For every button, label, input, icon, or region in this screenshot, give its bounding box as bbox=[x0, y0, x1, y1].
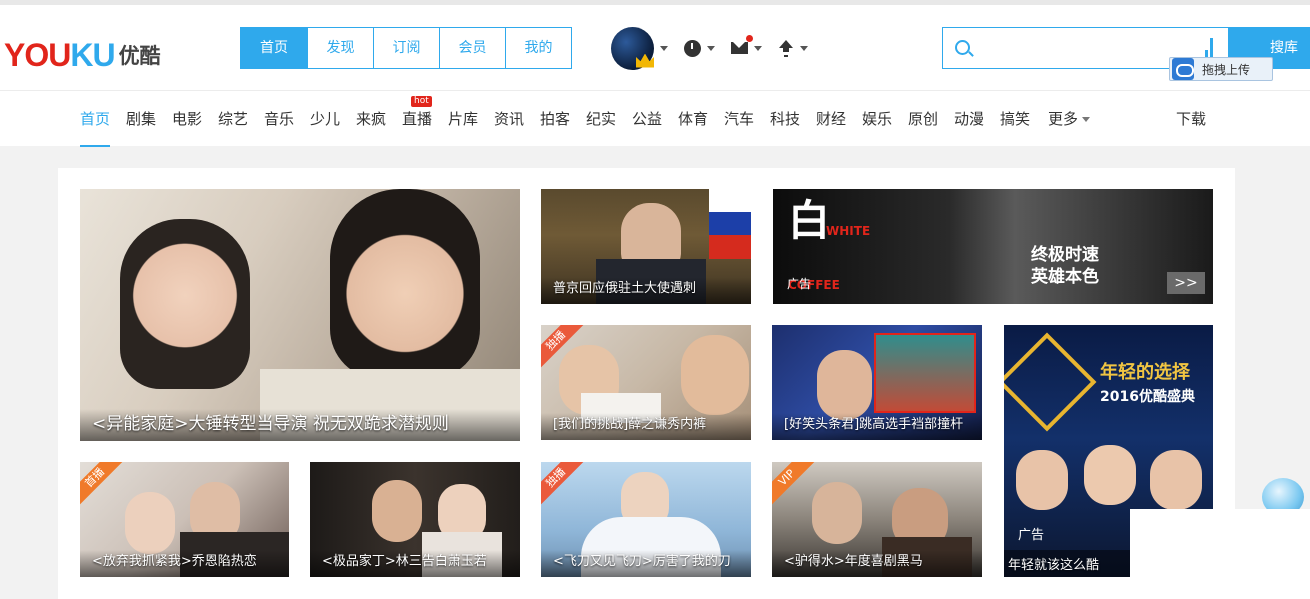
ad-title: 年轻的选择 2016优酷盛典 bbox=[1100, 362, 1195, 405]
next-slide-button[interactable]: >> bbox=[1167, 272, 1205, 294]
video-card-caption: <异能家庭>大锤转型当导演 祝无双跪求潜规则 bbox=[80, 409, 520, 441]
logo-chinese: 优酷 bbox=[118, 44, 161, 68]
video-card-caption: <飞刀又见飞刀>厉害了我的刀 bbox=[541, 550, 751, 577]
video-card[interactable]: [好笑头条君]跳高选手裆部撞杆 bbox=[772, 325, 982, 440]
top-nav-discover[interactable]: 发现 bbox=[307, 28, 373, 68]
video-card[interactable]: <极品家丁>林三告白萧玉若 bbox=[310, 462, 520, 577]
drag-upload-label: 拖拽上传 bbox=[1202, 62, 1251, 77]
channel-library[interactable]: 片库 bbox=[448, 91, 478, 147]
top-nav-vip[interactable]: 会员 bbox=[439, 28, 505, 68]
thumbnail-figure bbox=[1150, 450, 1202, 510]
message-icon bbox=[731, 35, 753, 54]
channel-more[interactable]: 更多 bbox=[1048, 91, 1091, 147]
channel-paike[interactable]: 拍客 bbox=[540, 91, 570, 147]
channel-entertainment[interactable]: 娱乐 bbox=[862, 91, 892, 147]
video-card-featured[interactable]: <异能家庭>大锤转型当导演 祝无双跪求潜规则 bbox=[80, 189, 520, 441]
video-card-caption: <极品家丁>林三告白萧玉若 bbox=[310, 550, 520, 577]
avatar[interactable] bbox=[611, 26, 654, 70]
channel-original[interactable]: 原创 bbox=[908, 91, 938, 147]
thumbnail-figure bbox=[372, 480, 422, 542]
chevron-down-icon bbox=[660, 45, 668, 51]
thumbnail-figure bbox=[812, 482, 862, 544]
chevron-down-icon bbox=[707, 45, 715, 51]
top-nav-subscribe[interactable]: 订阅 bbox=[373, 28, 439, 68]
channel-finance[interactable]: 财经 bbox=[816, 91, 846, 147]
upload-icon bbox=[778, 40, 794, 56]
channel-documentary[interactable]: 纪实 bbox=[586, 91, 616, 147]
channel-music[interactable]: 音乐 bbox=[264, 91, 294, 147]
upload-menu[interactable] bbox=[778, 40, 808, 56]
channel-tech[interactable]: 科技 bbox=[770, 91, 800, 147]
video-card-caption: 普京回应俄驻土大使遇刺 bbox=[541, 277, 751, 304]
channel-laifeng[interactable]: 来疯 bbox=[356, 91, 386, 147]
feature-panel: <异能家庭>大锤转型当导演 祝无双跪求潜规则 普京回应俄驻土大使遇刺 白WHIT… bbox=[58, 168, 1235, 599]
premiere-tag: 首播 bbox=[80, 462, 126, 509]
top-nav-mine[interactable]: 我的 bbox=[505, 28, 571, 68]
thumbnail-figure bbox=[120, 219, 250, 389]
thumbnail-figure bbox=[681, 335, 749, 415]
channel-news[interactable]: 资讯 bbox=[494, 91, 524, 147]
thumbnail-figure bbox=[817, 350, 872, 420]
thumbnail-figure bbox=[330, 189, 480, 379]
chevron-down-icon bbox=[1082, 117, 1091, 122]
thumbnail-figure bbox=[125, 492, 175, 554]
ad-label: 广告 bbox=[787, 277, 812, 291]
top-nav-home[interactable]: 首页 bbox=[241, 28, 307, 68]
thumbnail-flag bbox=[709, 189, 751, 259]
hot-badge: hot bbox=[411, 96, 432, 107]
logo-wordmark: YOUKU bbox=[4, 37, 116, 73]
channel-funny[interactable]: 搞笑 bbox=[1000, 91, 1030, 147]
video-card-caption: [我们的挑战]薛之谦秀内裤 bbox=[541, 413, 751, 440]
channel-home[interactable]: 首页 bbox=[80, 91, 111, 147]
overlay-blank bbox=[1130, 509, 1310, 599]
youku-logo[interactable]: YOUKU 优酷 bbox=[4, 35, 161, 75]
thumbnail-figure bbox=[1084, 445, 1136, 505]
message-menu[interactable] bbox=[731, 35, 762, 54]
user-menu[interactable] bbox=[611, 26, 668, 70]
ad-card-banner[interactable]: 白WHITE COFFEE 终极时速 英雄本色 广告 >> bbox=[773, 189, 1213, 304]
channel-movie[interactable]: 电影 bbox=[172, 91, 202, 147]
chevron-down-icon bbox=[754, 45, 762, 51]
video-card[interactable]: 首播 <放弃我抓紧我>乔恩陷热恋 bbox=[80, 462, 289, 577]
video-card[interactable]: VIP <驴得水>年度喜剧黑马 bbox=[772, 462, 982, 577]
unread-dot bbox=[746, 35, 753, 42]
video-card[interactable]: 独播 <飞刀又见飞刀>厉害了我的刀 bbox=[541, 462, 751, 577]
channel-sports[interactable]: 体育 bbox=[678, 91, 708, 147]
vip-crown-icon bbox=[636, 53, 654, 68]
top-nav: 首页 发现 订阅 会员 我的 bbox=[240, 27, 572, 69]
user-tools bbox=[611, 26, 808, 70]
video-card-caption: <驴得水>年度喜剧黑马 bbox=[772, 550, 982, 577]
channel-auto[interactable]: 汽车 bbox=[724, 91, 754, 147]
drag-upload-badge[interactable]: 拖拽上传 bbox=[1169, 57, 1273, 81]
vip-tag: VIP bbox=[772, 462, 818, 509]
download-link[interactable]: 下载 bbox=[1176, 91, 1206, 147]
cloud-icon bbox=[1172, 58, 1194, 80]
ad-label: 广告 bbox=[1018, 528, 1045, 543]
channel-anime[interactable]: 动漫 bbox=[954, 91, 984, 147]
channel-series[interactable]: 剧集 bbox=[126, 91, 156, 147]
chevron-down-icon bbox=[800, 45, 808, 51]
exclusive-tag: 独播 bbox=[541, 462, 587, 509]
channel-variety[interactable]: 综艺 bbox=[218, 91, 248, 147]
ad-slogan: 终极时速 英雄本色 bbox=[1031, 245, 1099, 287]
channel-charity[interactable]: 公益 bbox=[632, 91, 662, 147]
ranking-icon[interactable] bbox=[1205, 38, 1217, 58]
video-card-caption: <放弃我抓紧我>乔恩陷热恋 bbox=[80, 550, 289, 577]
channel-bar: 首页 剧集 电影 综艺 音乐 少儿 来疯 直播 hot 片库 资讯 拍客 纪实 … bbox=[0, 90, 1310, 147]
ad-logo-art bbox=[1004, 332, 1097, 432]
history-icon bbox=[684, 39, 701, 57]
header: YOUKU 优酷 首页 发现 订阅 会员 我的 搜库 拖拽上传 bbox=[0, 5, 1310, 90]
video-card[interactable]: 普京回应俄驻土大使遇刺 bbox=[541, 189, 751, 304]
video-card[interactable]: 独播 [我们的挑战]薛之谦秀内裤 bbox=[541, 325, 751, 440]
video-card-caption: [好笑头条君]跳高选手裆部撞杆 bbox=[772, 413, 982, 440]
search-icon bbox=[955, 40, 970, 55]
thumbnail-inset bbox=[874, 333, 976, 413]
thumbnail-figure bbox=[1016, 450, 1068, 510]
history-menu[interactable] bbox=[684, 39, 715, 57]
channel-kids[interactable]: 少儿 bbox=[310, 91, 340, 147]
